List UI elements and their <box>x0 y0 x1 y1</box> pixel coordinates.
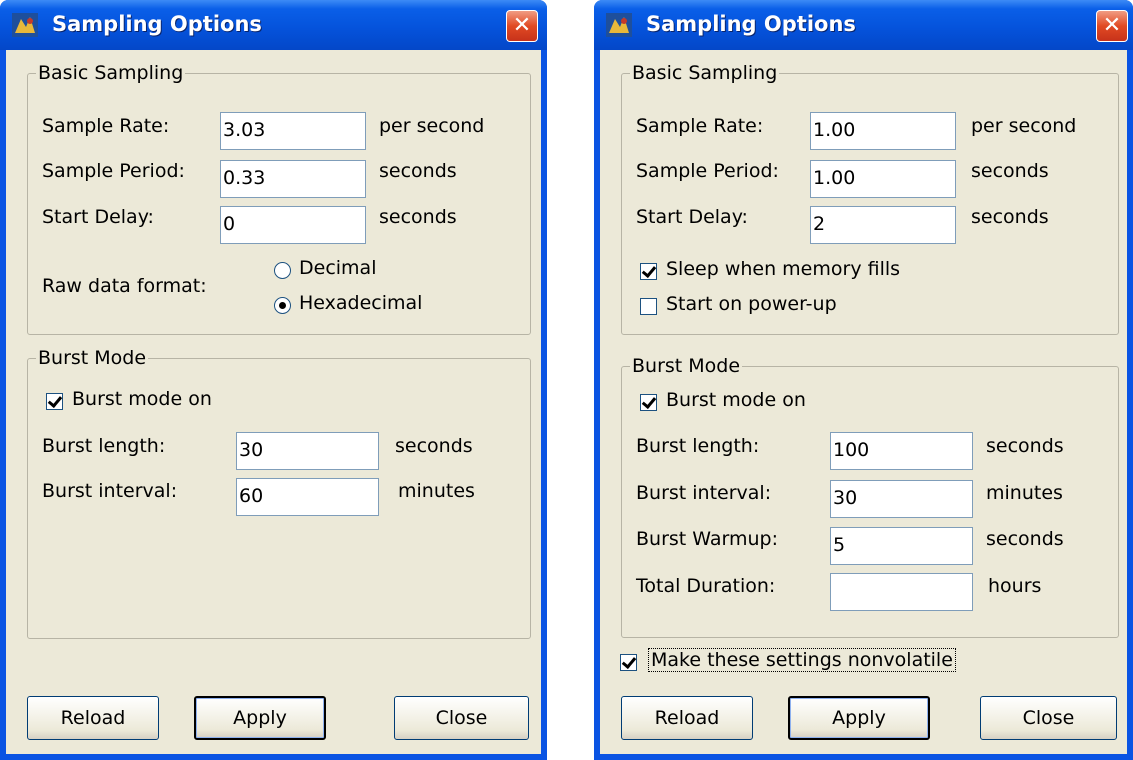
burst-warmup-unit: seconds <box>986 528 1064 550</box>
burst-length-label: Burst length: <box>42 435 166 457</box>
sample-period-label: Sample Period: <box>636 160 779 182</box>
burst-interval-input[interactable]: 60 <box>236 478 379 516</box>
start-delay-unit: seconds <box>971 206 1049 228</box>
reload-button[interactable]: Reload <box>27 696 159 740</box>
sample-rate-input[interactable]: 3.03 <box>220 112 366 150</box>
right-dialog: Sampling Options ✕ Basic Sampling Sample… <box>594 0 1133 760</box>
hexadecimal-radio[interactable] <box>274 297 291 314</box>
close-button[interactable]: Close <box>980 696 1117 740</box>
sample-rate-label: Sample Rate: <box>42 115 170 137</box>
hexadecimal-radio-label[interactable]: Hexadecimal <box>299 292 422 314</box>
sample-rate-input[interactable]: 1.00 <box>810 112 956 150</box>
start-delay-unit: seconds <box>379 206 457 228</box>
burst-mode-label[interactable]: Burst mode on <box>72 388 212 410</box>
start-delay-input[interactable]: 0 <box>220 206 366 244</box>
start-powerup-label[interactable]: Start on power-up <box>666 293 837 315</box>
close-x-icon: ✕ <box>512 13 532 38</box>
total-duration-label: Total Duration: <box>636 575 776 597</box>
close-window-button[interactable]: ✕ <box>506 10 538 42</box>
sample-rate-label: Sample Rate: <box>636 115 764 137</box>
apply-button[interactable]: Apply <box>788 696 930 740</box>
reload-button[interactable]: Reload <box>621 696 753 740</box>
sample-period-label: Sample Period: <box>42 160 185 182</box>
sleep-memory-checkbox[interactable] <box>640 263 657 280</box>
raw-format-label: Raw data format: <box>42 275 207 297</box>
burst-interval-unit: minutes <box>986 482 1063 504</box>
burst-length-input[interactable]: 30 <box>236 432 379 470</box>
left-titlebar[interactable]: Sampling Options ✕ <box>0 0 547 50</box>
window-title: Sampling Options <box>52 12 262 36</box>
basic-sampling-legend: Basic Sampling <box>632 62 778 84</box>
burst-mode-checkbox[interactable] <box>640 394 657 411</box>
burst-interval-label: Burst interval: <box>636 482 772 504</box>
burst-warmup-input[interactable]: 5 <box>830 527 973 565</box>
close-x-icon: ✕ <box>1102 13 1122 38</box>
sample-period-unit: seconds <box>971 160 1049 182</box>
start-powerup-checkbox[interactable] <box>640 298 657 315</box>
sample-period-unit: seconds <box>379 160 457 182</box>
start-delay-label: Start Delay: <box>636 206 748 228</box>
close-button[interactable]: Close <box>394 696 529 740</box>
burst-mode-checkbox[interactable] <box>46 393 63 410</box>
apply-button[interactable]: Apply <box>194 696 326 740</box>
nonvolatile-checkbox[interactable] <box>620 654 637 671</box>
burst-interval-input[interactable]: 30 <box>830 480 973 518</box>
sample-rate-unit: per second <box>379 115 485 137</box>
burst-length-input[interactable]: 100 <box>830 432 973 470</box>
sample-rate-unit: per second <box>971 115 1077 137</box>
decimal-radio[interactable] <box>274 262 291 279</box>
start-delay-input[interactable]: 2 <box>810 206 956 244</box>
right-titlebar[interactable]: Sampling Options ✕ <box>594 0 1133 50</box>
burst-mode-label[interactable]: Burst mode on <box>666 389 806 411</box>
start-delay-label: Start Delay: <box>42 206 154 228</box>
total-duration-input[interactable] <box>830 573 973 611</box>
burst-length-unit: seconds <box>395 435 473 457</box>
burst-mode-legend: Burst Mode <box>38 347 147 369</box>
nonvolatile-label[interactable]: Make these settings nonvolatile <box>648 648 956 672</box>
burst-length-label: Burst length: <box>636 435 760 457</box>
close-window-button[interactable]: ✕ <box>1096 10 1128 42</box>
burst-warmup-label: Burst Warmup: <box>636 528 778 550</box>
decimal-radio-label[interactable]: Decimal <box>299 257 376 279</box>
sample-period-input[interactable]: 1.00 <box>810 160 956 198</box>
burst-mode-legend: Burst Mode <box>632 355 741 377</box>
app-icon <box>606 13 632 37</box>
burst-interval-label: Burst interval: <box>42 480 178 502</box>
sample-period-input[interactable]: 0.33 <box>220 160 366 198</box>
total-duration-unit: hours <box>988 575 1042 597</box>
sleep-memory-label[interactable]: Sleep when memory fills <box>666 258 900 280</box>
burst-length-unit: seconds <box>986 435 1064 457</box>
right-client-area: Basic Sampling Sample Rate: 1.00 per sec… <box>600 50 1127 754</box>
burst-interval-unit: minutes <box>398 480 475 502</box>
window-title: Sampling Options <box>646 12 856 36</box>
app-icon <box>12 13 38 37</box>
basic-sampling-legend: Basic Sampling <box>38 62 184 84</box>
left-dialog: Sampling Options ✕ Basic Sampling Sample… <box>0 0 547 760</box>
left-client-area: Basic Sampling Sample Rate: 3.03 per sec… <box>6 50 541 754</box>
